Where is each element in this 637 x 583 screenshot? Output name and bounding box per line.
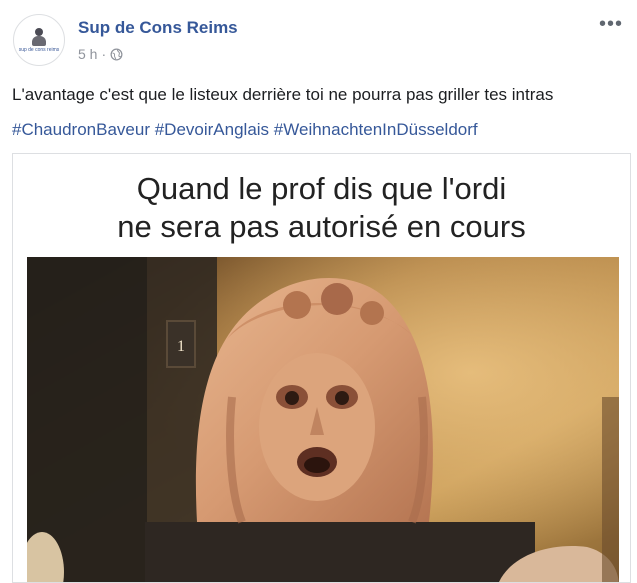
post-timestamp[interactable]: 5 h <box>78 46 97 62</box>
museum-number-label: 1 <box>177 338 185 355</box>
theatre-mask-photo: 1 <box>27 257 619 582</box>
post-meta: 5 h · <box>78 46 123 62</box>
post-text: L'avantage c'est que le listeux derrière… <box>12 85 554 104</box>
globe-icon[interactable] <box>110 48 123 61</box>
meta-separator: · <box>101 46 107 62</box>
more-options-icon[interactable]: ••• <box>599 14 623 34</box>
post-image[interactable]: Quand le prof dis que l'ordi ne sera pas… <box>12 153 631 583</box>
avatar-figure <box>31 27 47 46</box>
avatar-wordmark: sup de cons reims <box>18 46 60 53</box>
page-name-link[interactable]: Sup de Cons Reims <box>78 18 238 38</box>
hashtag-link[interactable]: #WeihnachtenInDüsseldorf <box>274 120 478 139</box>
meme-caption-line: ne sera pas autorisé en cours <box>117 209 526 244</box>
meme-caption: Quand le prof dis que l'ordi ne sera pas… <box>13 170 630 246</box>
hashtag-list: #ChaudronBaveur #DevoirAnglais #Weihnach… <box>12 120 478 140</box>
hashtag-link[interactable]: #DevoirAnglais <box>155 120 269 139</box>
hashtag-link[interactable]: #ChaudronBaveur <box>12 120 150 139</box>
meme-caption-line: Quand le prof dis que l'ordi <box>136 171 507 206</box>
page-avatar[interactable]: sup de cons reims <box>13 14 65 66</box>
